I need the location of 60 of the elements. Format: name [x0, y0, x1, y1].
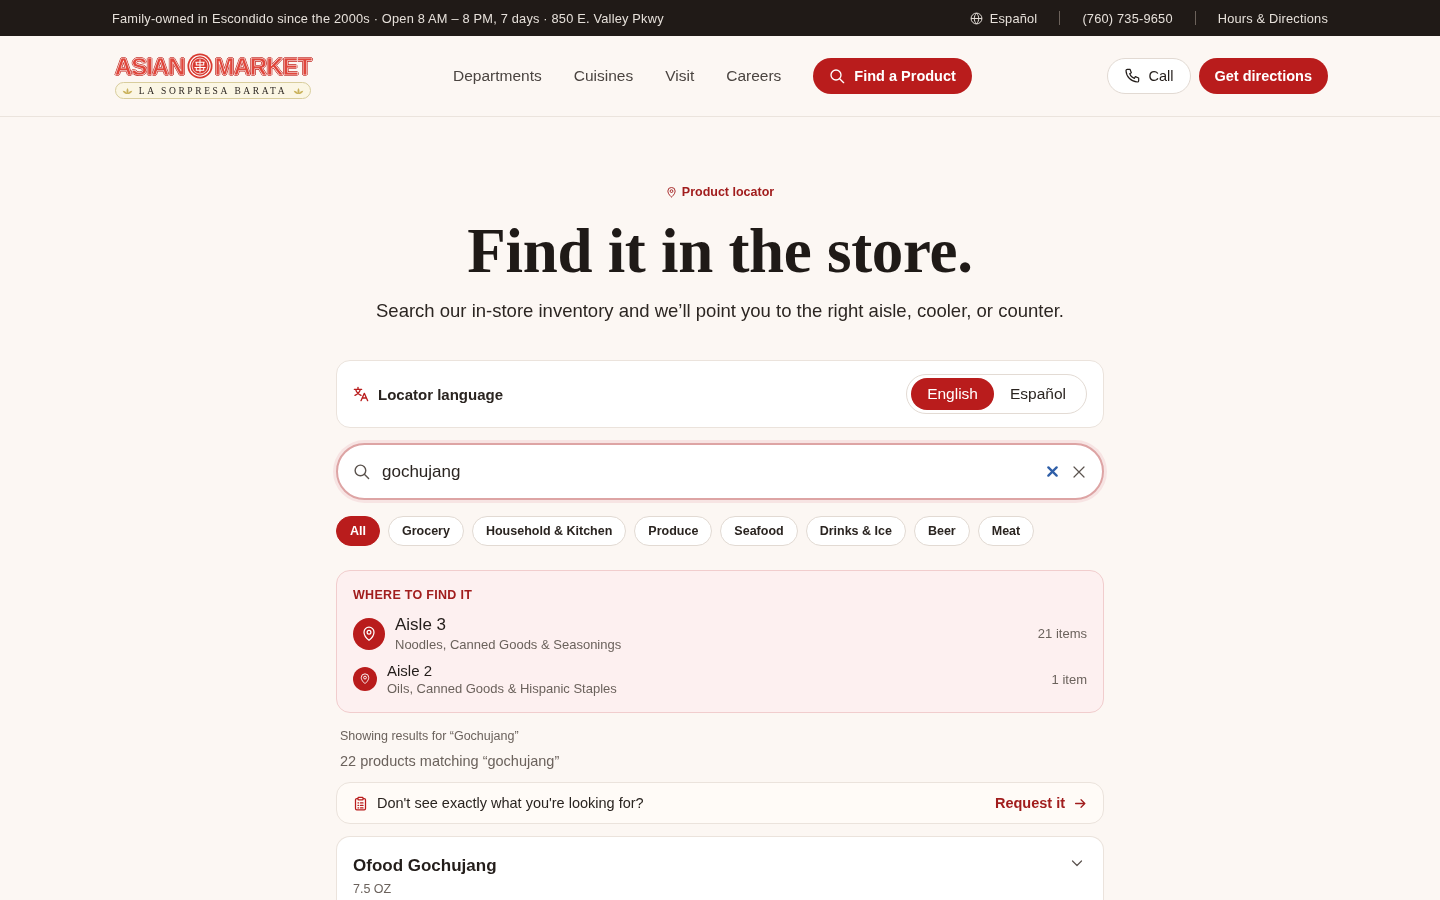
- nav-link[interactable]: Cuisines: [573, 67, 634, 85]
- logo-wordmark: MARKET: [214, 53, 312, 79]
- logo-wordmark: ASIAN: [114, 53, 185, 79]
- hours-link[interactable]: Hours & Directions: [1217, 10, 1328, 26]
- item-count: 21 items: [1037, 626, 1087, 642]
- filter-chip[interactable]: Beer: [913, 516, 970, 547]
- nav-link[interactable]: Careers: [726, 67, 782, 85]
- arrow-right-icon: [1074, 796, 1087, 810]
- language-link[interactable]: Español: [969, 10, 1038, 26]
- product-name: Ofood Gochujang: [353, 856, 497, 877]
- search-icon: [829, 68, 846, 84]
- aisle-name: Aisle 3: [395, 615, 447, 636]
- filter-chip[interactable]: Drinks & Ice: [805, 516, 906, 547]
- cross-icon: [1047, 466, 1058, 478]
- call-button[interactable]: Call: [1106, 58, 1191, 94]
- item-count: 1 item: [1051, 671, 1087, 687]
- filter-chip[interactable]: Seafood: [720, 516, 798, 547]
- filter-chip[interactable]: Grocery: [388, 516, 464, 547]
- language-option[interactable]: Español: [994, 378, 1082, 411]
- pin-icon: [353, 617, 385, 650]
- directions-button[interactable]: Get directions: [1198, 58, 1328, 94]
- product-size: 7.5 OZ: [353, 882, 393, 897]
- clear-button[interactable]: [1072, 464, 1086, 479]
- find-product-button[interactable]: Find a Product: [813, 58, 972, 94]
- close-icon: [1073, 465, 1085, 478]
- page-subtitle: Search our in-store inventory and we’ll point you to the right aisle, cooler, or counter.: [376, 300, 1064, 323]
- search-field[interactable]: gochujang: [336, 443, 1104, 501]
- emblem-icon: [186, 53, 213, 79]
- product-card[interactable]: Ofood Gochujang 7.5 OZ: [336, 836, 1104, 900]
- request-link[interactable]: Request it: [994, 795, 1087, 812]
- aisle-name: Aisle 2: [387, 662, 433, 680]
- filter-chip[interactable]: Meat: [977, 516, 1035, 547]
- clipboard-icon: [353, 795, 368, 811]
- lotus-icon: [121, 86, 133, 95]
- search-icon: [353, 463, 370, 481]
- aisle-sections: Noodles, Canned Goods & Seasonings: [395, 637, 622, 653]
- store-info-text: Family-owned in Escondido since the 2000s · Open 8 AM – 8 PM, 7 days · 850 E. Valley Pkwy: [112, 10, 664, 26]
- eyebrow-label: Product locator: [681, 185, 775, 199]
- globe-icon: [969, 11, 983, 25]
- language-label: Locator language: [378, 385, 504, 403]
- results-query-text: Showing results for “Gochujang”: [340, 729, 519, 744]
- nav-link[interactable]: Visit: [665, 67, 695, 85]
- pin-icon: [353, 667, 377, 692]
- phone-link[interactable]: (760) 735-9650: [1082, 10, 1173, 26]
- pin-icon: [665, 186, 677, 198]
- translate-icon: [353, 386, 369, 403]
- request-prompt: Don't see exactly what you're looking for?: [377, 795, 644, 812]
- filter-chip[interactable]: All: [336, 516, 380, 547]
- aisle-sections: Oils, Canned Goods & Hispanic Staples: [387, 681, 617, 697]
- filter-chip[interactable]: Produce: [634, 516, 713, 547]
- language-option[interactable]: English: [911, 378, 994, 411]
- lotus-icon: [293, 86, 305, 95]
- filter-chip[interactable]: Household & Kitchen: [471, 516, 627, 547]
- search-input[interactable]: gochujang: [382, 456, 1037, 487]
- logo-tagline: LA SORPRESA BARATA: [138, 85, 288, 96]
- page-title: Find it in the store.: [467, 217, 973, 287]
- results-count-text: 22 products matching “gochujang”: [340, 753, 560, 770]
- locations-heading: WHERE TO FIND IT: [353, 588, 474, 603]
- phone-icon: [1123, 68, 1140, 84]
- nav-link[interactable]: Departments: [453, 67, 542, 85]
